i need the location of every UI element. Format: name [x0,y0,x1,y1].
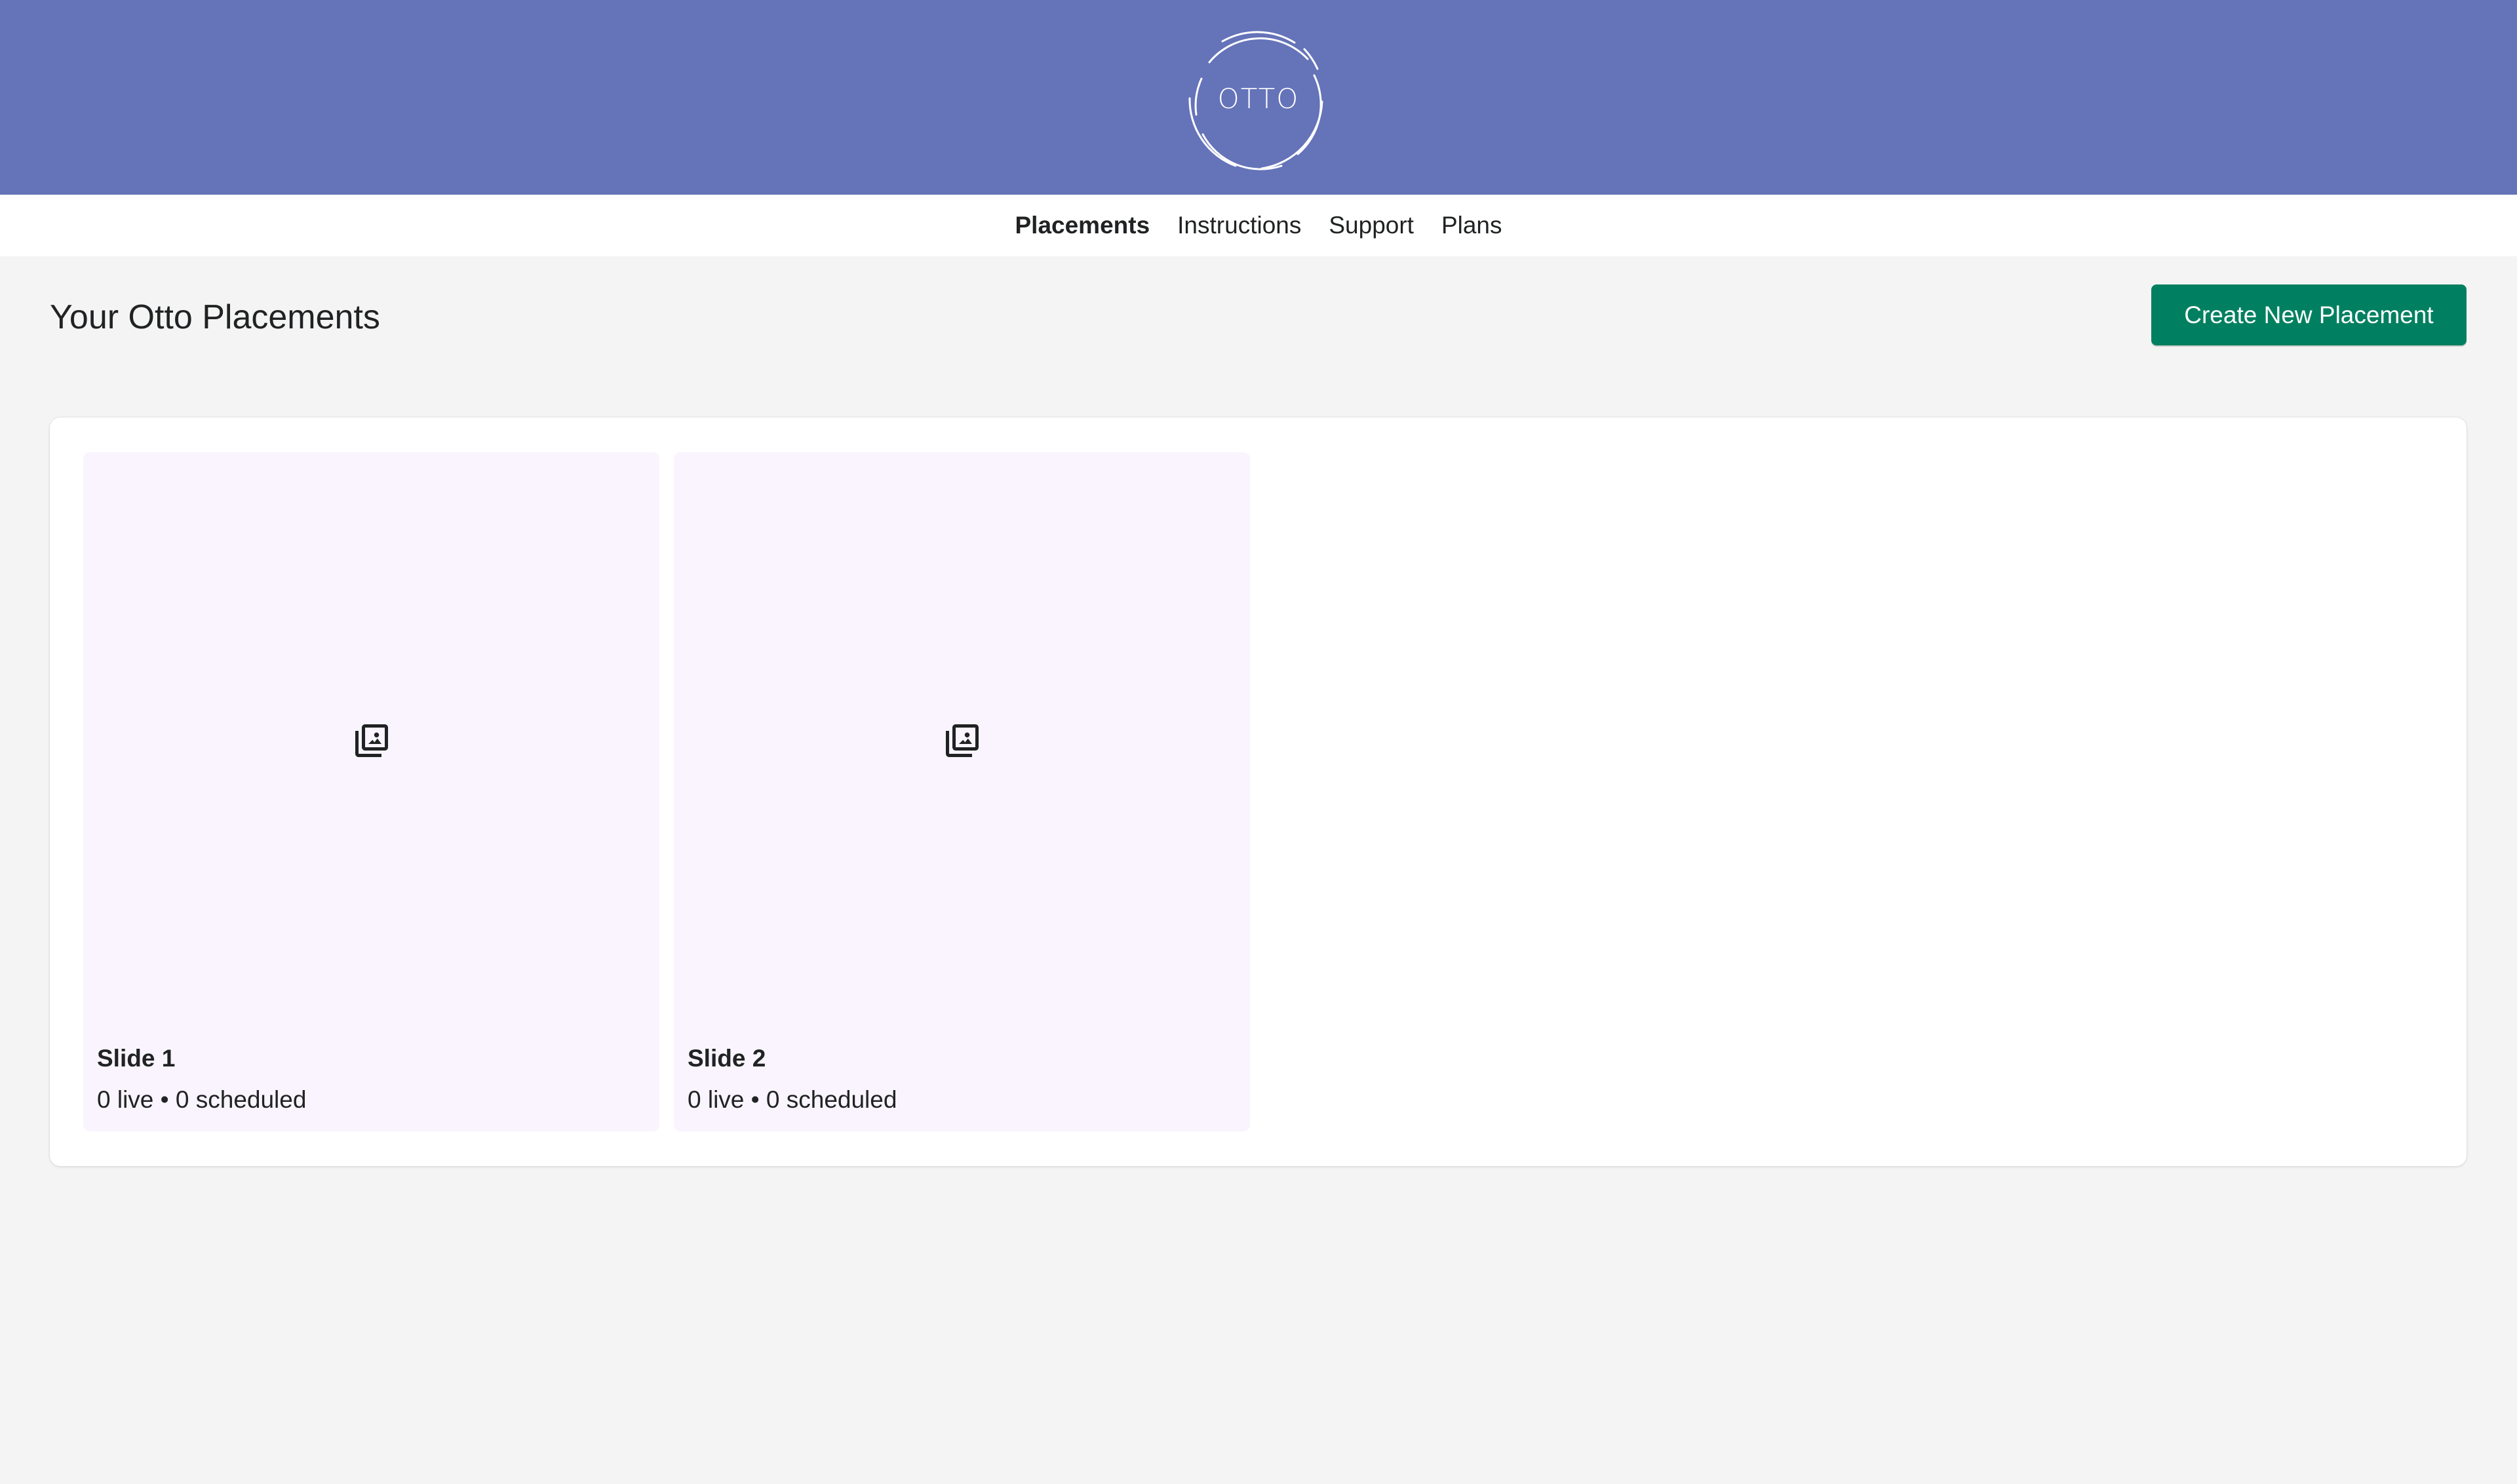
page-title: Your Otto Placements [50,298,380,336]
placement-title: Slide 2 [688,1045,766,1072]
logo-text: OTTO [1217,82,1300,115]
placement-title: Slide 1 [97,1045,176,1072]
placements-card: Slide 1 0 live • 0 scheduled Slide 2 0 l… [50,418,2467,1166]
otto-logo[interactable]: OTTO [1183,23,1334,174]
placement-thumbnail [83,452,659,1028]
nav-item-support[interactable]: Support [1329,212,1414,239]
page-header: Your Otto Placements Create New Placemen… [0,256,2517,374]
nav-item-instructions[interactable]: Instructions [1177,212,1301,239]
main-nav: Placements Instructions Support Plans [0,195,2517,256]
app-header: OTTO [0,0,2517,195]
nav-item-plans[interactable]: Plans [1441,212,1502,239]
create-new-placement-button[interactable]: Create New Placement [2151,284,2467,345]
image-gallery-icon [945,724,979,757]
nav-item-placements[interactable]: Placements [1015,212,1150,239]
placement-tile-slide-2[interactable]: Slide 2 0 live • 0 scheduled [674,452,1250,1131]
image-gallery-icon [355,724,388,757]
placement-tile-slide-1[interactable]: Slide 1 0 live • 0 scheduled [83,452,659,1131]
placement-status: 0 live • 0 scheduled [688,1086,897,1113]
placement-thumbnail [674,452,1250,1028]
placement-status: 0 live • 0 scheduled [97,1086,307,1113]
